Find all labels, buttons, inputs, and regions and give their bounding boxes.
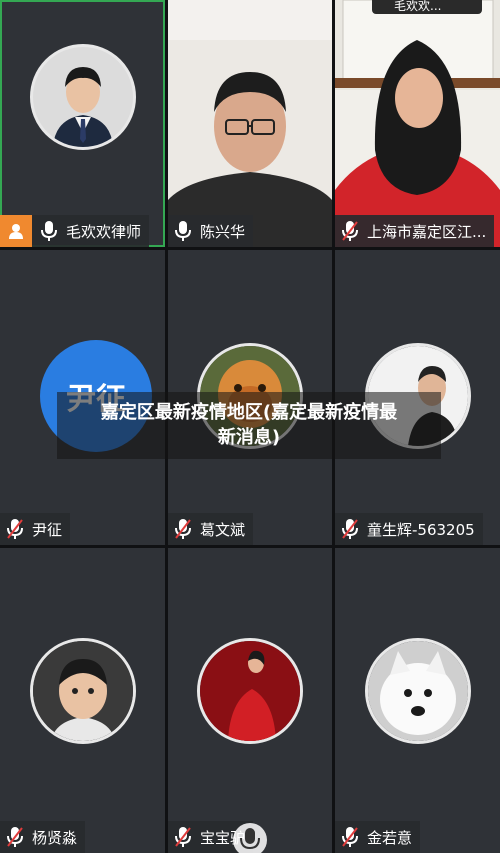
muted-microphone-icon[interactable] — [341, 826, 359, 848]
avatar — [197, 638, 303, 744]
participant-name: 葛文斌 — [200, 520, 246, 539]
speaker-chip: 毛欢欢... — [372, 0, 482, 14]
muted-microphone-icon[interactable] — [174, 826, 192, 848]
video-feed — [168, 0, 332, 247]
video-feed — [335, 0, 500, 247]
avatar — [364, 638, 471, 744]
participant-tile-3[interactable]: 毛欢欢... 上海市嘉定区江... — [335, 0, 500, 247]
nameplate: 杨贤淼 — [0, 821, 86, 853]
nameplate: 尹征 — [0, 513, 71, 545]
nameplate: 葛文斌 — [168, 513, 254, 545]
overlay-title-line-2: 新消息) — [217, 427, 281, 448]
nameplate: 金若意 — [335, 821, 421, 853]
participant-name: 童生辉-563205 — [367, 520, 475, 539]
participant-name: 金若意 — [367, 828, 413, 847]
avatar — [29, 44, 136, 150]
muted-microphone-icon[interactable] — [6, 518, 24, 540]
host-icon — [0, 215, 32, 247]
overlay-title: 嘉定区最新疫情地区(嘉定最新疫情最 新消息) — [57, 392, 441, 459]
participant-name: 杨贤淼 — [32, 828, 78, 847]
nameplate: 陈兴华 — [168, 215, 254, 247]
muted-microphone-icon[interactable] — [341, 220, 359, 242]
muted-microphone-icon[interactable] — [341, 518, 359, 540]
avatar — [29, 638, 136, 744]
participant-name: 毛欢欢律师 — [66, 222, 142, 241]
nameplate: 毛欢欢律师 — [0, 215, 150, 247]
participant-tile-2[interactable]: 陈兴华 — [168, 0, 332, 247]
microphone-toggle-button[interactable] — [233, 820, 267, 853]
nameplate: 上海市嘉定区江... — [335, 215, 495, 247]
participant-tile-1[interactable]: 毛欢欢律师 — [0, 0, 165, 247]
participant-name: 陈兴华 — [200, 222, 246, 241]
participant-tile-9[interactable]: 金若意 — [335, 548, 500, 853]
overlay-title-line-1: 嘉定区最新疫情地区(嘉定最新疫情最 — [100, 402, 398, 423]
muted-microphone-icon[interactable] — [174, 518, 192, 540]
muted-microphone-icon[interactable] — [6, 826, 24, 848]
microphone-icon[interactable] — [174, 220, 192, 242]
participant-name: 上海市嘉定区江... — [367, 222, 487, 241]
speaker-chip-text: 毛欢欢... — [394, 0, 442, 13]
nameplate: 童生辉-563205 — [335, 513, 483, 545]
microphone-icon[interactable] — [40, 220, 58, 242]
participant-tile-7[interactable]: 杨贤淼 — [0, 548, 165, 853]
participant-name: 尹征 — [32, 520, 63, 539]
participant-tile-8[interactable]: 宝宝驴 — [168, 548, 332, 853]
